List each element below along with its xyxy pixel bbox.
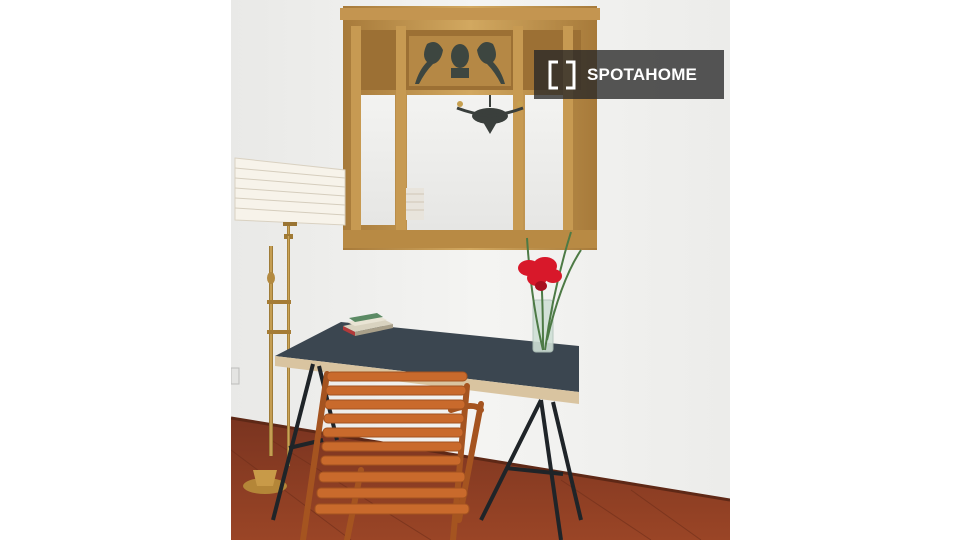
spotahome-bracket-logo-icon xyxy=(548,60,576,89)
gilded-mirror xyxy=(340,6,600,250)
watermark-brand-text: SPOTAHOME xyxy=(587,64,698,84)
spotahome-watermark: SPOTAHOME xyxy=(534,50,724,99)
wall-outlet xyxy=(231,367,240,385)
